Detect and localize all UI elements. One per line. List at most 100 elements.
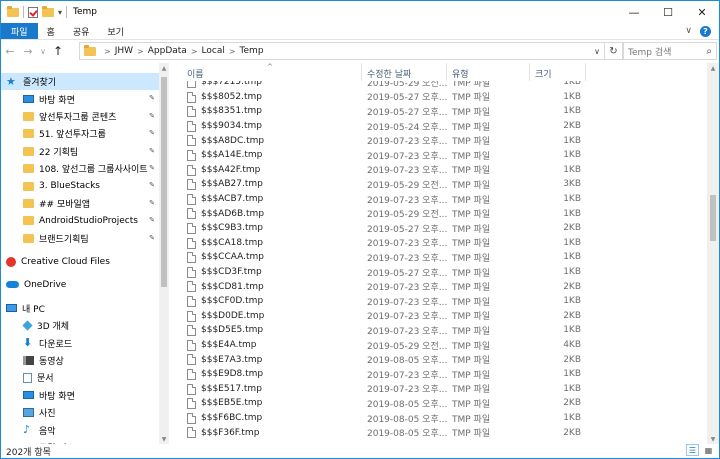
search-box[interactable]: Temp 검색 ⌕ [623, 42, 717, 60]
file-row[interactable]: $$$9034.tmp 2019-05-24 오후... TMP 파일 2KB [171, 119, 707, 134]
sidebar-item[interactable]: 바탕 화면 [1, 387, 159, 404]
file-list-scroll-thumb[interactable] [710, 195, 716, 241]
sidebar-item[interactable]: 바탕 화면 ✎ [1, 90, 159, 107]
sidebar-scroll-thumb[interactable] [161, 77, 167, 287]
pin-icon[interactable]: ✎ [149, 164, 155, 172]
file-row[interactable]: $$$E4A.tmp 2019-05-29 오전... TMP 파일 4KB [171, 338, 707, 353]
pin-icon[interactable]: ✎ [149, 129, 155, 137]
pin-icon[interactable]: ✎ [149, 147, 155, 155]
scroll-down-icon[interactable]: ▼ [707, 434, 719, 444]
tab-view[interactable]: 보기 [98, 23, 133, 39]
breadcrumb-separator[interactable]: > [229, 47, 236, 56]
column-divider[interactable] [529, 63, 530, 81]
column-header-name[interactable]: 이름 [187, 67, 204, 80]
file-row[interactable]: $$$CA18.tmp 2019-07-23 오후... TMP 파일 1KB [171, 236, 707, 251]
sidebar-item[interactable]: OneDrive [1, 276, 159, 293]
file-row[interactable]: $$$CCAA.tmp 2019-07-23 오후... TMP 파일 1KB [171, 250, 707, 265]
pin-icon[interactable]: ✎ [149, 199, 155, 207]
sidebar-item[interactable]: 108. 앞선그룹 그룹사사이트 ✎ [1, 160, 159, 177]
sidebar-item[interactable]: 3. BlueStacks ✎ [1, 177, 159, 194]
pin-icon[interactable]: ✎ [149, 181, 155, 189]
sidebar-item[interactable]: 22 기획팀 ✎ [1, 143, 159, 160]
pin-icon[interactable]: ✎ [149, 216, 155, 224]
file-row[interactable]: $$$C9B3.tmp 2019-05-27 오후... TMP 파일 2KB [171, 221, 707, 236]
column-divider[interactable] [361, 63, 362, 81]
column-header-size[interactable]: 크기 [535, 67, 552, 80]
column-divider[interactable] [446, 63, 447, 81]
recent-locations-button[interactable]: ∨ [37, 42, 49, 60]
sidebar-item[interactable]: 동영상 [1, 352, 159, 369]
file-row[interactable]: $$$E7A3.tmp 2019-08-05 오후... TMP 파일 2KB [171, 352, 707, 367]
close-button[interactable]: ✕ [685, 1, 719, 23]
properties-icon[interactable] [28, 6, 38, 18]
sidebar-scrollbar[interactable]: ▲ ▼ [159, 63, 169, 444]
sidebar-item[interactable]: 51. 앞선투자그룹 ✎ [1, 125, 159, 142]
file-row[interactable]: $$$A8DC.tmp 2019-07-23 오후... TMP 파일 1KB [171, 133, 707, 148]
breadcrumb-separator[interactable]: > [191, 47, 198, 56]
sidebar-item[interactable]: ♪ 음악 [1, 421, 159, 438]
file-row[interactable]: $$$8052.tmp 2019-05-27 오후... TMP 파일 1KB [171, 90, 707, 105]
breadcrumb-local[interactable]: Local [202, 46, 225, 56]
breadcrumb-appdata[interactable]: AppData [148, 46, 187, 56]
sidebar-item[interactable]: ★ 즐겨찾기 [1, 73, 159, 91]
file-row[interactable]: $$$D5E5.tmp 2019-07-23 오후... TMP 파일 1KB [171, 323, 707, 338]
file-list-scrollbar[interactable]: ▲ ▼ [707, 63, 719, 444]
column-header-date[interactable]: 수정한 날짜 [367, 67, 411, 80]
address-bar[interactable]: > JHW > AppData > Local > Temp ∨ [79, 42, 605, 60]
file-row[interactable]: $$$F6BC.tmp 2019-08-05 오후... TMP 파일 1KB [171, 411, 707, 426]
file-row[interactable]: $$$AD6B.tmp 2019-05-29 오전... TMP 파일 1KB [171, 206, 707, 221]
pin-icon[interactable]: ✎ [149, 112, 155, 120]
tab-home[interactable]: 홈 [38, 23, 64, 39]
help-icon[interactable]: ? [700, 25, 711, 37]
file-row[interactable]: $$$E9D8.tmp 2019-07-23 오후... TMP 파일 1KB [171, 367, 707, 382]
search-input[interactable]: Temp 검색 [628, 45, 671, 58]
sidebar-item[interactable]: 문서 [1, 369, 159, 386]
sidebar-item[interactable]: 3D 개체 [1, 317, 159, 334]
file-row[interactable]: $$$D0DE.tmp 2019-07-23 오후... TMP 파일 2KB [171, 309, 707, 324]
sidebar-item[interactable]: 내 PC [1, 300, 159, 317]
address-dropdown-icon[interactable]: ∨ [594, 47, 604, 56]
pin-icon[interactable]: ✎ [149, 234, 155, 242]
forward-button[interactable]: → [19, 42, 37, 60]
sidebar-item[interactable]: 브랜드기획팀 ✎ [1, 230, 159, 247]
file-row[interactable]: $$$CF0D.tmp 2019-07-23 오후... TMP 파일 1KB [171, 294, 707, 309]
file-row[interactable]: $$$EB5E.tmp 2019-08-05 오후... TMP 파일 2KB [171, 396, 707, 411]
file-row[interactable]: $$$E517.tmp 2019-07-23 오후... TMP 파일 1KB [171, 382, 707, 397]
maximize-button[interactable]: ☐ [651, 1, 685, 23]
sidebar-item[interactable]: AndroidStudioProjects ✎ [1, 212, 159, 229]
file-row[interactable]: $$$CD3F.tmp 2019-05-27 오후... TMP 파일 1KB [171, 265, 707, 280]
expand-ribbon-icon[interactable]: ∨ [685, 26, 692, 36]
pin-icon[interactable]: ✎ [149, 94, 155, 102]
sidebar-item[interactable]: Creative Cloud Files [1, 253, 159, 270]
scroll-down-icon[interactable]: ▼ [159, 434, 169, 444]
file-row[interactable]: $$$CD81.tmp 2019-07-23 오후... TMP 파일 2KB [171, 279, 707, 294]
sidebar-item[interactable]: ⬇ 다운로드 [1, 334, 159, 351]
customize-toolbar-icon[interactable]: ▾ [58, 8, 62, 17]
file-row[interactable]: $$$ACB7.tmp 2019-07-23 오후... TMP 파일 1KB [171, 192, 707, 207]
search-icon[interactable]: ⌕ [706, 46, 712, 57]
large-icons-view-icon[interactable]: ▦ [702, 444, 715, 456]
details-view-icon[interactable]: ☰ [686, 444, 699, 456]
column-divider[interactable] [585, 63, 586, 81]
scroll-up-icon[interactable]: ▲ [159, 63, 169, 73]
tab-file[interactable]: 파일 [1, 23, 38, 39]
folder-icon[interactable] [7, 5, 19, 17]
file-row[interactable]: $$$AB27.tmp 2019-05-29 오전... TMP 파일 3KB [171, 177, 707, 192]
breadcrumb-jhw[interactable]: JHW [115, 46, 133, 56]
sidebar-item[interactable]: 사진 [1, 404, 159, 421]
refresh-button[interactable]: ↻ [605, 42, 623, 60]
sidebar-item[interactable]: 앞선투자그룹 콘텐츠 ✎ [1, 108, 159, 125]
tab-share[interactable]: 공유 [64, 23, 99, 39]
scroll-up-icon[interactable]: ▲ [707, 63, 719, 73]
breadcrumb-separator[interactable]: > [104, 47, 111, 56]
back-button[interactable]: ← [1, 42, 19, 60]
breadcrumb-separator[interactable]: > [137, 47, 144, 56]
file-row[interactable]: $$$A14E.tmp 2019-07-23 오후... TMP 파일 1KB [171, 148, 707, 163]
minimize-button[interactable]: — [617, 1, 651, 23]
breadcrumb-temp[interactable]: Temp [240, 46, 264, 56]
new-folder-icon[interactable] [42, 5, 54, 17]
file-row[interactable]: $$$8351.tmp 2019-05-27 오후... TMP 파일 1KB [171, 104, 707, 119]
file-row[interactable]: $$$F36F.tmp 2019-08-05 오후... TMP 파일 2KB [171, 425, 707, 440]
file-row[interactable]: $$$A42F.tmp 2019-07-23 오후... TMP 파일 1KB [171, 163, 707, 178]
sidebar-item[interactable]: ## 모바일앱 ✎ [1, 195, 159, 212]
